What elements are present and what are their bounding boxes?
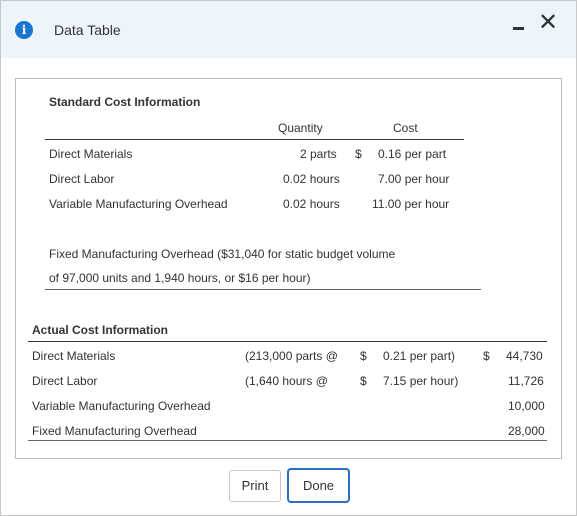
actual-row-total: 28,000: [508, 424, 545, 438]
standard-section-rule: [45, 289, 481, 290]
quantity-column-header: Quantity: [278, 121, 323, 135]
standard-cost-heading: Standard Cost Information: [49, 95, 201, 109]
actual-row-rate: 0.21 per part): [383, 349, 456, 363]
actual-row-dollar: $: [360, 349, 367, 363]
standard-row-quantity: 2 parts: [300, 147, 337, 161]
actual-row-rate: 7.15 per hour): [383, 374, 459, 388]
fixed-overhead-note-line2: of 97,000 units and 1,940 hours, or $16 …: [49, 271, 311, 285]
standard-row-label: Variable Manufacturing Overhead: [49, 197, 228, 211]
fixed-overhead-note-line1: Fixed Manufacturing Overhead ($31,040 fo…: [49, 247, 396, 261]
close-icon[interactable]: ✕: [538, 10, 558, 34]
data-table-dialog: i Data Table ✕ Standard Cost Information…: [0, 0, 577, 516]
dialog-title: Data Table: [54, 22, 121, 38]
dialog-buttons: Print Done: [1, 468, 577, 504]
actual-cost-heading: Actual Cost Information: [32, 323, 169, 337]
actual-row-label: Direct Materials: [32, 349, 116, 363]
standard-row-quantity: 0.02 hours: [283, 197, 340, 211]
standard-row-cost: 7.00 per hour: [378, 172, 450, 186]
info-icon: i: [15, 21, 33, 39]
cost-column-header: Cost: [393, 121, 418, 135]
actual-row-total: 10,000: [508, 399, 545, 413]
standard-row-cost: 11.00 per hour: [372, 197, 450, 211]
title-bar: i Data Table ✕: [1, 1, 576, 58]
actual-row-label: Variable Manufacturing Overhead: [32, 399, 211, 413]
standard-row-label: Direct Labor: [49, 172, 115, 186]
actual-row-total-dollar: $: [483, 349, 490, 363]
actual-row-label: Fixed Manufacturing Overhead: [32, 424, 197, 438]
actual-header-rule: [28, 341, 547, 342]
print-button[interactable]: Print: [229, 470, 281, 502]
actual-section-rule: [28, 440, 547, 441]
standard-row-dollar: $: [355, 147, 362, 161]
done-button[interactable]: Done: [287, 468, 350, 503]
standard-row-cost: 0.16 per part: [378, 147, 447, 161]
standard-header-rule: [45, 139, 464, 140]
actual-row-total: 11,726: [508, 374, 544, 388]
actual-row-total: 44,730: [506, 349, 543, 363]
standard-row-quantity: 0.02 hours: [283, 172, 340, 186]
actual-row-detail: (1,640 hours @: [245, 374, 328, 388]
actual-row-label: Direct Labor: [32, 374, 98, 388]
minimize-icon[interactable]: [513, 19, 527, 33]
actual-row-dollar: $: [360, 374, 367, 388]
actual-row-detail: (213,000 parts @: [245, 349, 338, 363]
standard-row-label: Direct Materials: [49, 147, 133, 161]
data-table-panel: Standard Cost Information Quantity Cost …: [15, 78, 562, 459]
